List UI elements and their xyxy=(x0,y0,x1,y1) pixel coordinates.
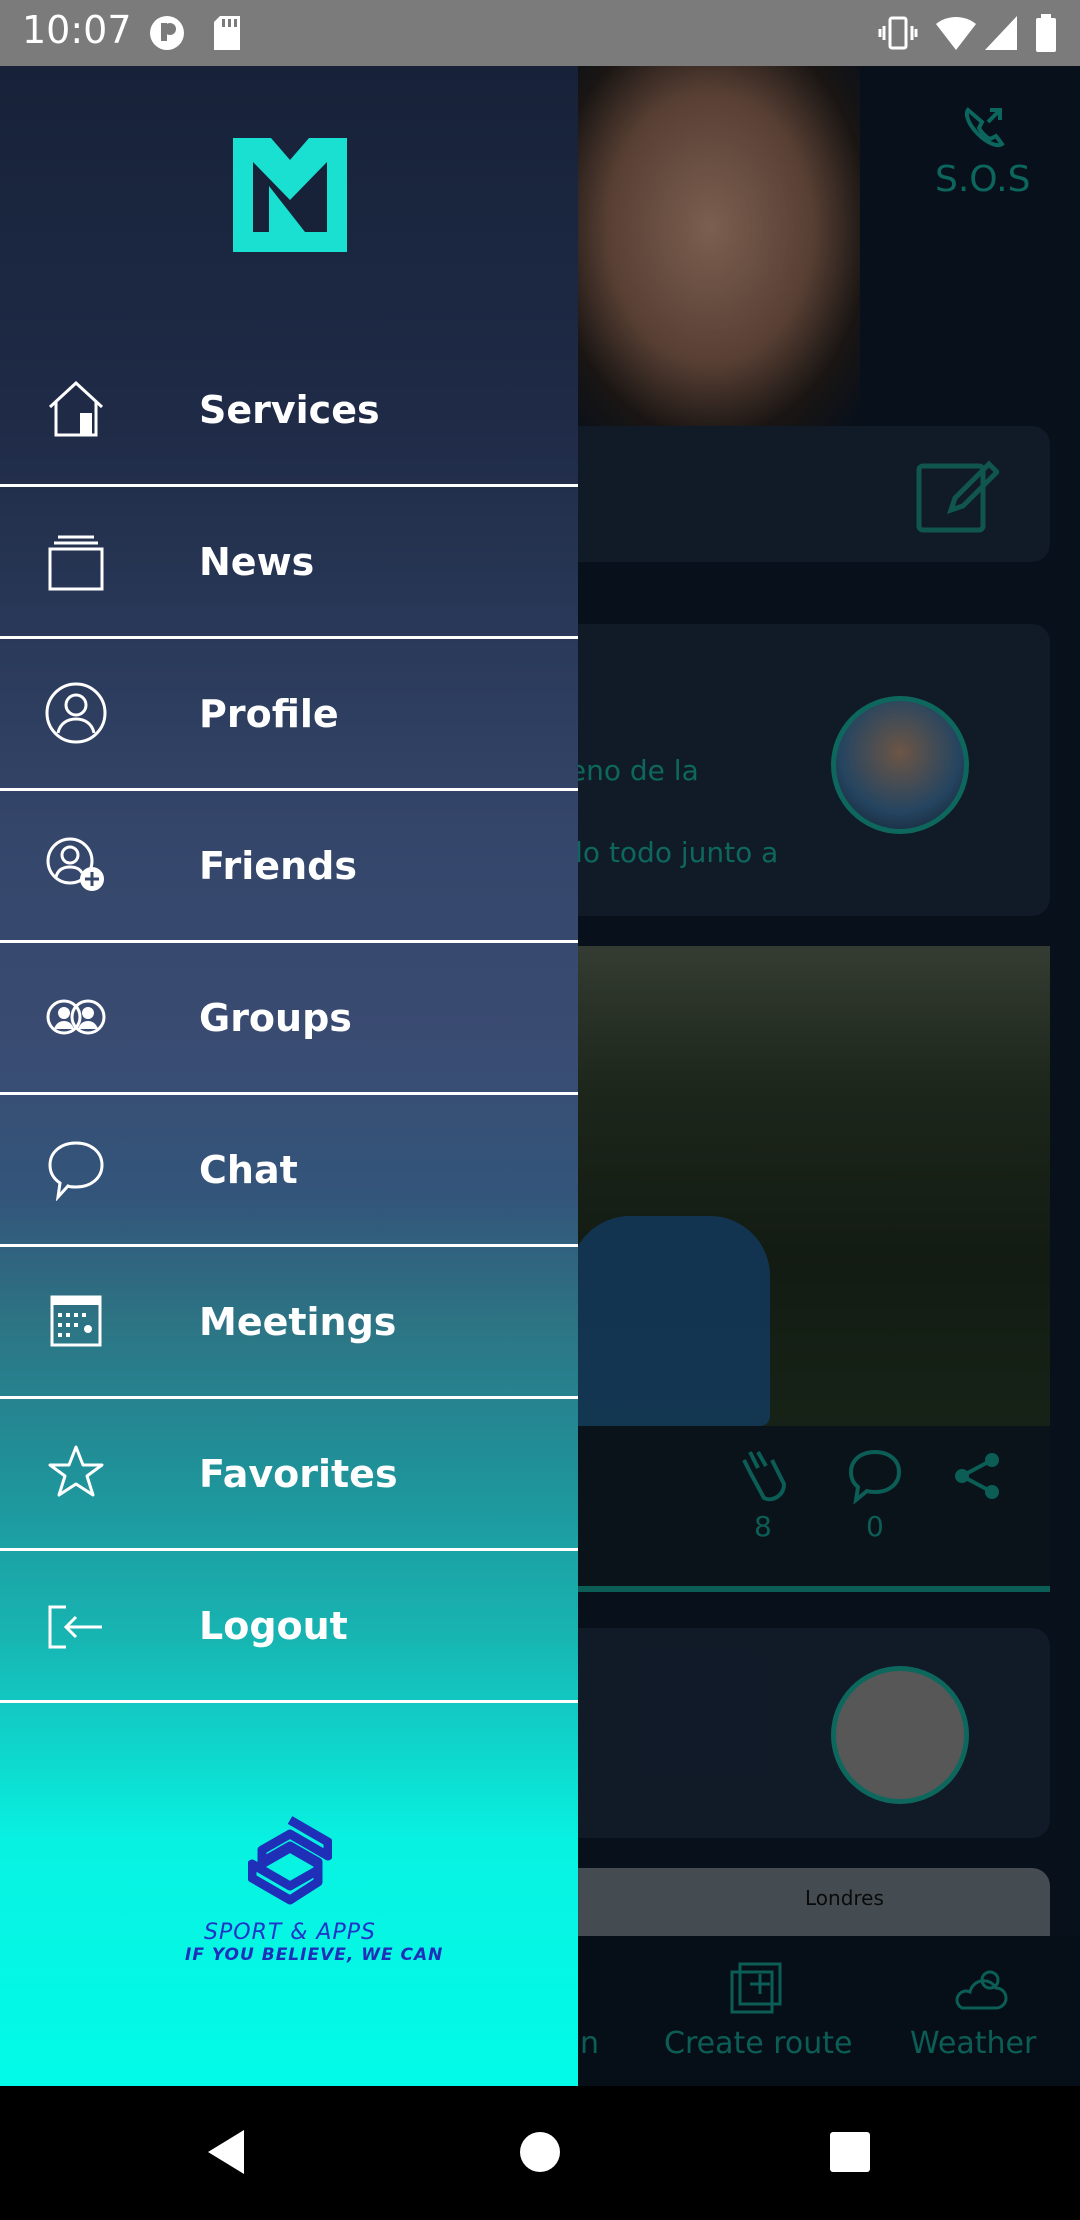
menu-item-label: Services xyxy=(199,387,380,432)
menu-item-meetings[interactable]: Meetings xyxy=(0,1247,578,1399)
drawer-menu: Services News Profile Friends Groups Cha… xyxy=(0,335,578,1703)
calendar-icon xyxy=(50,1295,102,1347)
brand-name: SPORT & APPS xyxy=(204,1920,376,1945)
wifi-icon xyxy=(935,14,977,56)
recents-icon[interactable] xyxy=(828,2128,872,2176)
menu-item-logout[interactable]: Logout xyxy=(0,1551,578,1703)
star-icon xyxy=(48,1445,104,1497)
profile-icon xyxy=(45,682,107,744)
menu-item-label: Profile xyxy=(199,691,339,736)
menu-item-label: Groups xyxy=(199,995,352,1040)
menu-item-label: Chat xyxy=(199,1147,298,1192)
chat-icon xyxy=(48,1141,104,1201)
menu-item-label: Favorites xyxy=(199,1451,398,1496)
menu-item-label: Friends xyxy=(199,843,357,888)
menu-item-groups[interactable]: Groups xyxy=(0,943,578,1095)
logout-icon xyxy=(48,1605,102,1649)
battery-icon xyxy=(1034,14,1058,56)
menu-item-profile[interactable]: Profile xyxy=(0,639,578,791)
menu-item-label: News xyxy=(199,539,315,584)
menu-item-friends[interactable]: Friends xyxy=(0,791,578,943)
signal-icon xyxy=(983,14,1019,56)
home-icon xyxy=(48,380,104,437)
menu-item-news[interactable]: News xyxy=(0,487,578,639)
app-notification-icon xyxy=(148,14,186,56)
vibrate-icon xyxy=(878,14,918,56)
back-icon[interactable] xyxy=(204,2128,248,2176)
app-logo xyxy=(233,138,347,252)
system-navigation-bar xyxy=(0,2086,1080,2220)
clock: 10:07 xyxy=(22,8,132,52)
menu-item-label: Logout xyxy=(199,1603,348,1648)
status-bar: 10:07 xyxy=(0,0,1080,66)
add-friend-icon xyxy=(46,837,104,891)
navigation-drawer: Services News Profile Friends Groups Cha… xyxy=(0,66,578,2086)
stack-icon xyxy=(48,535,104,591)
brand-footer: SPORT & APPS IF YOU BELIEVE, WE CAN xyxy=(185,1816,444,1965)
menu-item-label: Meetings xyxy=(199,1299,397,1344)
brand-tagline: IF YOU BELIEVE, WE CAN xyxy=(185,1945,444,1965)
groups-icon xyxy=(46,999,106,1035)
menu-item-services[interactable]: Services xyxy=(0,335,578,487)
home-circle-icon[interactable] xyxy=(518,2128,562,2176)
sd-card-icon xyxy=(212,14,242,56)
menu-item-favorites[interactable]: Favorites xyxy=(0,1399,578,1551)
menu-item-chat[interactable]: Chat xyxy=(0,1095,578,1247)
sport-and-apps-logo xyxy=(247,1816,333,1905)
